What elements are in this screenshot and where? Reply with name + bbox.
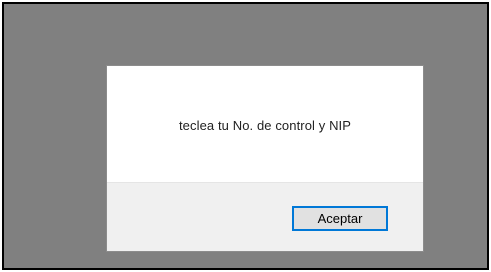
dialog-message: teclea tu No. de control y NIP (178, 117, 352, 133)
alert-dialog: teclea tu No. de control y NIP Aceptar (107, 66, 423, 251)
accept-button[interactable]: Aceptar (292, 206, 388, 231)
dialog-body: teclea tu No. de control y NIP (107, 66, 423, 182)
dialog-footer: Aceptar (107, 182, 423, 251)
screen-backdrop: teclea tu No. de control y NIP Aceptar (2, 2, 489, 270)
